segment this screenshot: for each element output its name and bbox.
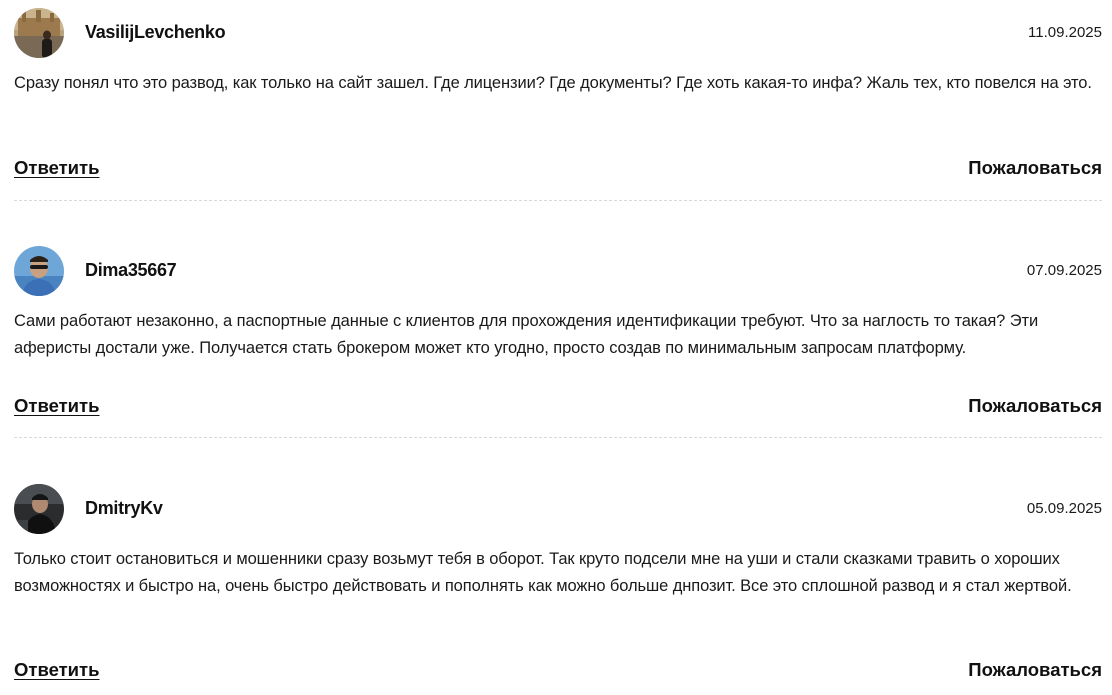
avatar [14, 8, 64, 58]
avatar [14, 484, 64, 534]
comment-actions: Ответить Пожаловаться [14, 659, 1102, 685]
report-link[interactable]: Пожаловаться [968, 395, 1102, 417]
comment-item: DmitryKv 05.09.2025 Только стоит останов… [14, 484, 1102, 680]
comment-header: VasilijLevchenko 11.09.2025 [14, 8, 1102, 58]
user-photo-sunglasses-icon [14, 246, 64, 296]
user-photo-car-icon [14, 484, 64, 534]
comment-date: 05.09.2025 [1026, 500, 1102, 517]
author-name: DmitryKv [85, 498, 163, 518]
comment-date: 11.09.2025 [1028, 24, 1102, 41]
comment-divider [14, 437, 1102, 438]
comment-text: Сразу понял что это развод, как только н… [14, 74, 1092, 92]
reply-link[interactable]: Ответить [14, 395, 100, 417]
comment-actions: Ответить Пожаловаться [14, 157, 1102, 183]
comment-divider [14, 200, 1102, 201]
author-name: VasilijLevchenko [85, 22, 226, 42]
comment-item: VasilijLevchenko 11.09.2025 Сразу понял … [14, 8, 1102, 201]
comment-header: DmitryKv 05.09.2025 [14, 484, 1102, 534]
comment-text: Только стоит остановиться и мошенники ср… [14, 550, 1072, 595]
comment-actions: Ответить Пожаловаться [14, 395, 1102, 421]
comment-text: Сами работают незаконно, а паспортные да… [14, 312, 1039, 357]
comment-header: Dima35667 07.09.2025 [14, 246, 1102, 296]
comment-date: 07.09.2025 [1026, 262, 1102, 279]
comment-item: Dima35667 07.09.2025 Сами работают незак… [14, 246, 1102, 438]
report-link[interactable]: Пожаловаться [968, 659, 1102, 681]
reply-link[interactable]: Ответить [14, 157, 100, 179]
comments-list: VasilijLevchenko 11.09.2025 Сразу понял … [0, 0, 1112, 695]
user-photo-landmark-icon [14, 8, 64, 58]
report-link[interactable]: Пожаловаться [968, 157, 1102, 179]
reply-link[interactable]: Ответить [14, 659, 100, 681]
author-name: Dima35667 [85, 260, 177, 280]
avatar [14, 246, 64, 296]
